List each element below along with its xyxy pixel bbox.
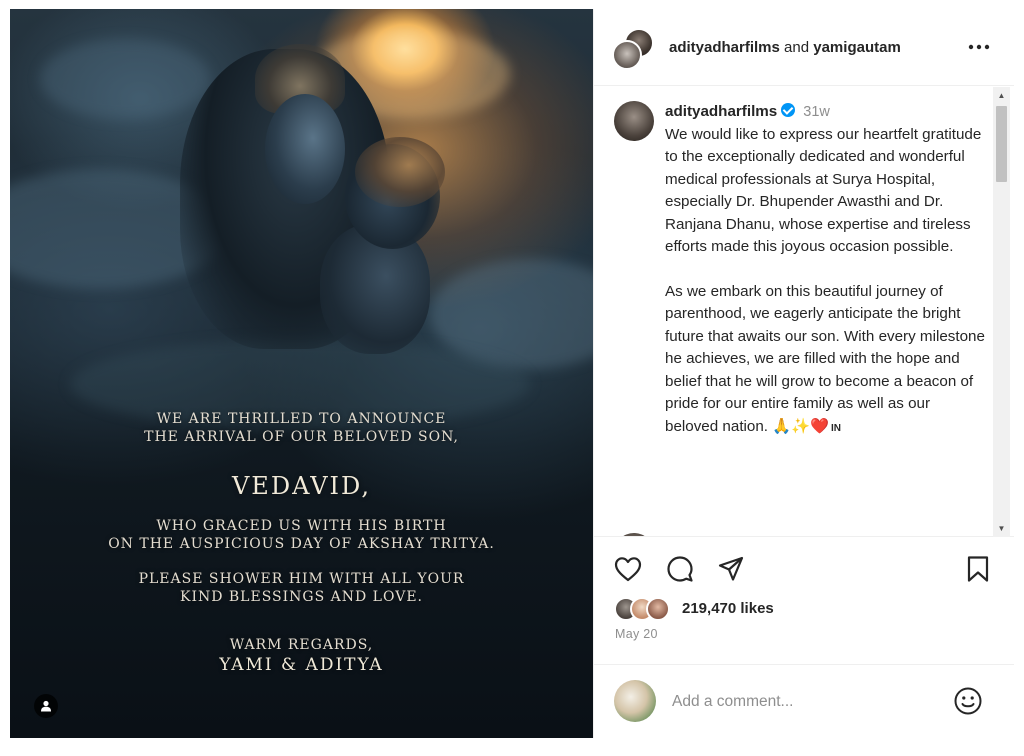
avatar[interactable] — [614, 101, 654, 141]
scrollbar-thumb[interactable] — [996, 106, 1007, 182]
username-link[interactable]: yamigautam — [813, 39, 901, 56]
signature: YAMI & ADITYA — [219, 655, 384, 675]
announcement-line: ON THE AUSPICIOUS DAY OF AKSHAY TRITYA. — [108, 536, 495, 552]
post-date[interactable]: May 20 — [615, 627, 658, 641]
likes-summary[interactable]: 219,470 likes — [614, 597, 994, 623]
more-options-button[interactable] — [966, 35, 992, 59]
caption-username[interactable]: adityadharfilms — [665, 103, 777, 120]
caption-scroll-area[interactable]: adityadharfilms 31w We would like to expr… — [594, 87, 1014, 537]
avatar[interactable] — [612, 40, 642, 70]
caption-text: We would like to express our heartfelt g… — [665, 125, 982, 256]
collab-avatars[interactable] — [612, 28, 656, 72]
save-button[interactable] — [963, 554, 993, 584]
post-header: adityadharfilms and yamigautam — [594, 9, 1014, 86]
announcement-line: WARM REGARDS, — [229, 637, 374, 653]
heart-icon — [614, 557, 642, 582]
caption-text: As we embark on this beautiful journey o… — [665, 282, 985, 435]
announcement-line: KIND BLESSINGS AND LOVE. — [179, 589, 423, 605]
and-text: and — [784, 39, 810, 56]
likes-count[interactable]: 219,470 likes — [682, 600, 774, 617]
announcement-line: WHO GRACED US WITH HIS BIRTH — [156, 518, 447, 534]
figure-head — [265, 94, 345, 204]
more-options-icon — [968, 44, 990, 50]
announcement-line: THE ARRIVAL OF OUR BELOVED SON, — [144, 429, 459, 445]
child-hair — [355, 137, 445, 207]
share-button[interactable] — [716, 554, 746, 584]
caption-paragraph: adityadharfilms 31w We would like to expr… — [665, 101, 985, 259]
share-icon — [718, 556, 744, 581]
liker-avatar — [646, 597, 670, 621]
post-image[interactable]: WE ARE THRILLED TO ANNOUNCE THE ARRIVAL … — [10, 9, 593, 738]
comment-input[interactable] — [670, 687, 934, 717]
comment-button[interactable] — [665, 554, 695, 584]
post-details-panel: adityadharfilms and yamigautam adityadha… — [593, 9, 1014, 738]
flag-text: IN — [830, 422, 841, 434]
bookmark-icon — [967, 556, 989, 582]
cloud-shape — [40, 39, 210, 119]
comment-icon — [667, 556, 693, 582]
announcement-line: WE ARE THRILLED TO ANNOUNCE — [156, 411, 447, 427]
emoji-button[interactable] — [952, 685, 984, 717]
comment-bar — [594, 664, 1014, 738]
post-age[interactable]: 31w — [803, 104, 830, 120]
caption-paragraph: As we embark on this beautiful journey o… — [665, 281, 985, 441]
emoji-smile-icon — [954, 687, 982, 715]
avatar[interactable] — [614, 533, 654, 536]
collab-usernames: adityadharfilms and yamigautam — [669, 39, 901, 56]
username-link[interactable]: adityadharfilms — [669, 39, 780, 56]
avatar — [614, 680, 656, 722]
action-bar — [594, 539, 1014, 599]
scroll-up-arrow-icon[interactable]: ▲ — [993, 87, 1010, 104]
scroll-down-arrow-icon[interactable]: ▼ — [993, 520, 1010, 537]
user-tag-button[interactable] — [34, 694, 58, 718]
scrollbar[interactable]: ▲ ▼ — [993, 87, 1010, 537]
baby-name: VEDAVID, — [231, 472, 372, 500]
announcement-line: PLEASE SHOWER HIM WITH ALL YOUR — [138, 571, 465, 587]
verified-badge-icon — [781, 103, 796, 117]
caption: adityadharfilms 31w We would like to expr… — [665, 101, 985, 462]
like-button[interactable] — [613, 554, 643, 584]
user-icon — [41, 700, 51, 712]
